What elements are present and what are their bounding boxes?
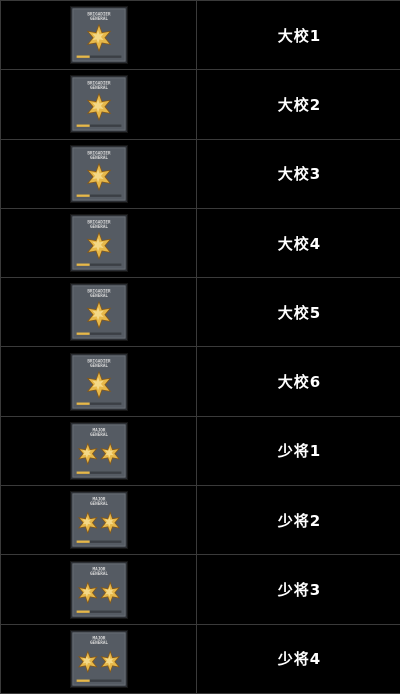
rank-badge-cell: MAJORGENERAL (1, 624, 197, 693)
rank-name: 大校4 (278, 235, 321, 253)
rank-insignia-icon: MAJORGENERAL (70, 491, 128, 549)
rank-row: MAJORGENERAL 少将4 (1, 624, 400, 693)
rank-badge-cell: BRIGADIERGENERAL (1, 278, 197, 347)
rank-name: 少将3 (278, 581, 321, 599)
insignia-label: GENERAL (89, 16, 107, 22)
rank-badge-cell: BRIGADIERGENERAL (1, 139, 197, 208)
rank-insignia-icon: BRIGADIERGENERAL (70, 6, 128, 64)
insignia-label: GENERAL (89, 571, 107, 577)
rank-table: BRIGADIERGENERAL大校1BRIGADIERGENERAL大校2BR… (0, 0, 400, 694)
rank-name: 大校2 (278, 96, 321, 114)
rank-insignia-icon: BRIGADIERGENERAL (70, 75, 128, 133)
rank-row: BRIGADIERGENERAL 大校1 (1, 1, 400, 70)
rank-insignia-icon: MAJORGENERAL (70, 630, 128, 688)
rank-badge-cell: MAJORGENERAL (1, 416, 197, 485)
insignia-label: GENERAL (89, 363, 107, 369)
rank-name-cell: 大校6 (197, 347, 400, 416)
insignia-label: GENERAL (89, 224, 107, 230)
insignia-label: GENERAL (89, 640, 107, 646)
rank-row: BRIGADIERGENERAL 大校5 (1, 278, 400, 347)
rank-row: BRIGADIERGENERAL 大校2 (1, 70, 400, 139)
rank-insignia-icon: BRIGADIERGENERAL (70, 214, 128, 272)
rank-name-cell: 少将4 (197, 624, 400, 693)
rank-insignia-icon: MAJORGENERAL (70, 422, 128, 480)
rank-table-body: BRIGADIERGENERAL大校1BRIGADIERGENERAL大校2BR… (1, 1, 400, 694)
rank-badge-cell: MAJORGENERAL (1, 486, 197, 555)
rank-badge-cell: MAJORGENERAL (1, 555, 197, 624)
rank-name-cell: 大校1 (197, 1, 400, 70)
rank-row: BRIGADIERGENERAL 大校4 (1, 208, 400, 277)
rank-name-cell: 大校4 (197, 208, 400, 277)
insignia-label: GENERAL (89, 155, 107, 161)
rank-insignia-icon: MAJORGENERAL (70, 561, 128, 619)
rank-badge-cell: BRIGADIERGENERAL (1, 347, 197, 416)
rank-badge-cell: BRIGADIERGENERAL (1, 1, 197, 70)
insignia-label: GENERAL (89, 432, 107, 438)
rank-name-cell: 大校3 (197, 139, 400, 208)
rank-name: 少将4 (278, 650, 321, 668)
insignia-label: GENERAL (89, 501, 107, 507)
rank-badge-cell: BRIGADIERGENERAL (1, 208, 197, 277)
rank-name: 少将2 (278, 512, 321, 530)
rank-insignia-icon: BRIGADIERGENERAL (70, 145, 128, 203)
rank-name-cell: 少将3 (197, 555, 400, 624)
rank-badge-cell: BRIGADIERGENERAL (1, 70, 197, 139)
rank-name: 大校1 (278, 27, 321, 45)
rank-name: 少将1 (278, 442, 321, 460)
rank-row: MAJORGENERAL 少将1 (1, 416, 400, 485)
rank-row: BRIGADIERGENERAL 大校3 (1, 139, 400, 208)
insignia-label: GENERAL (89, 293, 107, 299)
rank-name: 大校3 (278, 165, 321, 183)
rank-name: 大校5 (278, 304, 321, 322)
rank-row: BRIGADIERGENERAL 大校6 (1, 347, 400, 416)
rank-name: 大校6 (278, 373, 321, 391)
rank-insignia-icon: BRIGADIERGENERAL (70, 283, 128, 341)
rank-insignia-icon: BRIGADIERGENERAL (70, 353, 128, 411)
insignia-label: GENERAL (89, 86, 107, 92)
rank-name-cell: 大校2 (197, 70, 400, 139)
rank-name-cell: 大校5 (197, 278, 400, 347)
rank-row: MAJORGENERAL 少将2 (1, 486, 400, 555)
rank-name-cell: 少将1 (197, 416, 400, 485)
rank-row: MAJORGENERAL 少将3 (1, 555, 400, 624)
rank-name-cell: 少将2 (197, 486, 400, 555)
